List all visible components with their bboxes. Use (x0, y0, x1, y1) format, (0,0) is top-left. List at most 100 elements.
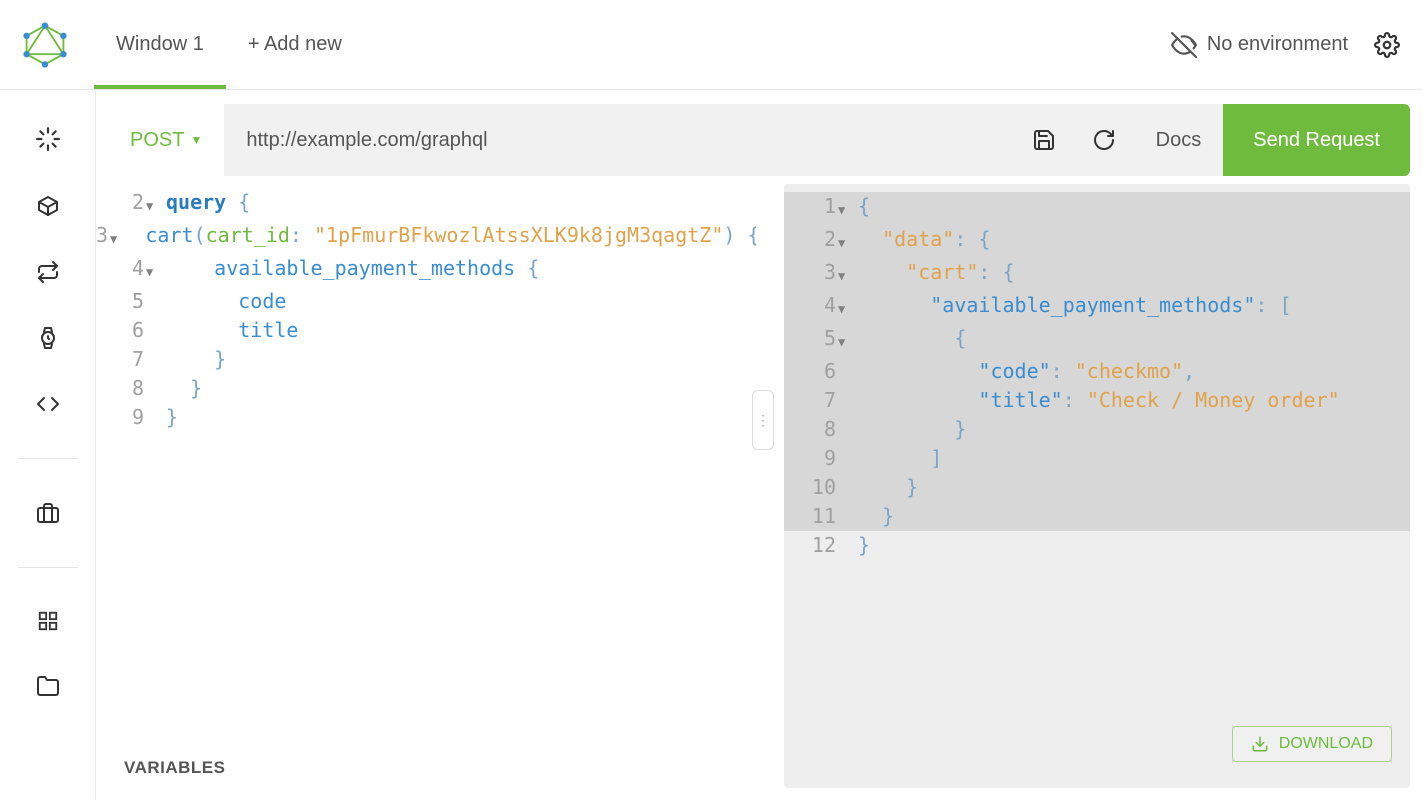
code-line: 11 } (784, 502, 1410, 531)
folder-icon[interactable] (36, 674, 60, 698)
code-content: cart(cart_id: "1pFmurBFkwozlAtssXLK9k8jg… (117, 221, 756, 254)
response-pane: 1▼{2▼ "data": {3▼ "cart": {4▼ "available… (784, 184, 1410, 788)
fold-toggle-icon (146, 403, 162, 432)
gutter-line-number: 7 (96, 345, 146, 374)
code-line: 5 code (96, 287, 756, 316)
fold-toggle-icon (838, 386, 854, 415)
code-line: 9 ] (784, 444, 1410, 473)
fold-toggle-icon (146, 287, 162, 316)
fold-toggle-icon[interactable]: ▼ (838, 258, 854, 291)
send-request-button[interactable]: Send Request (1223, 104, 1410, 176)
cube-icon[interactable] (36, 194, 60, 218)
code-content: ] (854, 444, 942, 473)
tab-label: + Add new (248, 33, 342, 56)
grid-icon[interactable] (37, 610, 59, 632)
environment-selector[interactable]: No environment (1171, 32, 1348, 58)
code-content: { (854, 324, 966, 357)
briefcase-icon[interactable] (36, 501, 60, 525)
sidebar-divider (18, 567, 78, 568)
code-content: { (854, 192, 870, 225)
sidebar-divider (18, 458, 78, 459)
pane-splitter[interactable]: ⋮ (756, 180, 778, 800)
drag-handle-icon[interactable]: ⋮ (752, 390, 774, 450)
code-content: code (162, 287, 286, 316)
tab-add-new[interactable]: + Add new (226, 0, 364, 89)
fold-toggle-icon (146, 345, 162, 374)
gutter-line-number: 10 (784, 473, 838, 502)
variables-label: VARIABLES (124, 758, 225, 777)
editor-panes: 2▼query {3▼ cart(cart_id: "1pFmurBFkwozl… (96, 180, 1422, 800)
fold-toggle-icon[interactable]: ▼ (838, 225, 854, 258)
workspace: POST ▼ Docs Send Request 2▼query {3▼ car… (96, 90, 1422, 800)
gutter-line-number: 2 (96, 188, 146, 221)
response-viewer[interactable]: 1▼{2▼ "data": {3▼ "cart": {4▼ "available… (784, 184, 1410, 788)
code-content: "title": "Check / Money order" (854, 386, 1340, 415)
code-line: 10 } (784, 473, 1410, 502)
gutter-line-number: 7 (784, 386, 838, 415)
docs-button[interactable]: Docs (1134, 104, 1224, 176)
gutter-line-number: 8 (96, 374, 146, 403)
code-icon[interactable] (36, 392, 60, 416)
http-method-label: POST (130, 129, 184, 152)
download-button[interactable]: DOWNLOAD (1232, 726, 1392, 762)
fold-toggle-icon[interactable]: ▼ (838, 192, 854, 225)
code-content: } (162, 345, 226, 374)
refresh-icon[interactable] (36, 260, 60, 284)
gutter-line-number: 8 (784, 415, 838, 444)
code-line: 9} (96, 403, 756, 432)
url-input[interactable] (224, 104, 1013, 176)
code-content: } (854, 473, 918, 502)
code-line: 8 } (784, 415, 1410, 444)
gutter-line-number: 12 (784, 531, 838, 560)
code-line: 2▼ "data": { (784, 225, 1410, 258)
reload-schema-button[interactable] (1074, 104, 1134, 176)
fold-toggle-icon[interactable]: ▼ (838, 324, 854, 357)
download-icon (1251, 735, 1269, 753)
gutter-line-number: 4 (96, 254, 146, 287)
top-bar: Window 1 + Add new No environment (0, 0, 1422, 90)
code-line: 3▼ cart(cart_id: "1pFmurBFkwozlAtssXLK9k… (96, 221, 756, 254)
code-line: 3▼ "cart": { (784, 258, 1410, 291)
gutter-line-number: 5 (96, 287, 146, 316)
http-method-selector[interactable]: POST ▼ (108, 104, 224, 176)
gutter-line-number: 3 (96, 221, 110, 254)
gutter-line-number: 2 (784, 225, 838, 258)
code-content: "data": { (854, 225, 990, 258)
fold-toggle-icon[interactable]: ▼ (146, 254, 162, 287)
gutter-line-number: 6 (784, 357, 838, 386)
gutter-line-number: 9 (96, 403, 146, 432)
fold-toggle-icon[interactable]: ▼ (838, 291, 854, 324)
code-line: 5▼ { (784, 324, 1410, 357)
query-editor[interactable]: 2▼query {3▼ cart(cart_id: "1pFmurBFkwozl… (96, 180, 756, 736)
window-tabs: Window 1 + Add new (94, 0, 364, 89)
variables-panel-header[interactable]: VARIABLES (96, 736, 756, 800)
settings-button[interactable] (1374, 32, 1400, 58)
send-request-label: Send Request (1253, 129, 1380, 152)
code-content: "code": "checkmo", (854, 357, 1195, 386)
code-content: } (162, 374, 202, 403)
code-line: 6 "code": "checkmo", (784, 357, 1410, 386)
gutter-line-number: 9 (784, 444, 838, 473)
fold-toggle-icon[interactable]: ▼ (110, 221, 117, 254)
watch-icon[interactable] (36, 326, 60, 350)
gutter-line-number: 5 (784, 324, 838, 357)
code-line: 2▼query { (96, 188, 756, 221)
code-line: 1▼{ (784, 192, 1410, 225)
graphql-logo-icon (22, 22, 68, 68)
download-label: DOWNLOAD (1279, 735, 1373, 753)
chevron-down-icon: ▼ (190, 133, 202, 147)
gutter-line-number: 11 (784, 502, 838, 531)
code-content: "available_payment_methods": [ (854, 291, 1291, 324)
code-content: "cart": { (854, 258, 1015, 291)
fold-toggle-icon[interactable]: ▼ (146, 188, 162, 221)
code-content: } (854, 531, 870, 560)
save-button[interactable] (1014, 104, 1074, 176)
loading-icon[interactable] (35, 126, 61, 152)
tab-window-1[interactable]: Window 1 (94, 0, 226, 89)
code-content: available_payment_methods { (162, 254, 539, 287)
code-line: 6 title (96, 316, 756, 345)
fold-toggle-icon (146, 374, 162, 403)
gutter-line-number: 4 (784, 291, 838, 324)
fold-toggle-icon (146, 316, 162, 345)
code-line: 7 } (96, 345, 756, 374)
